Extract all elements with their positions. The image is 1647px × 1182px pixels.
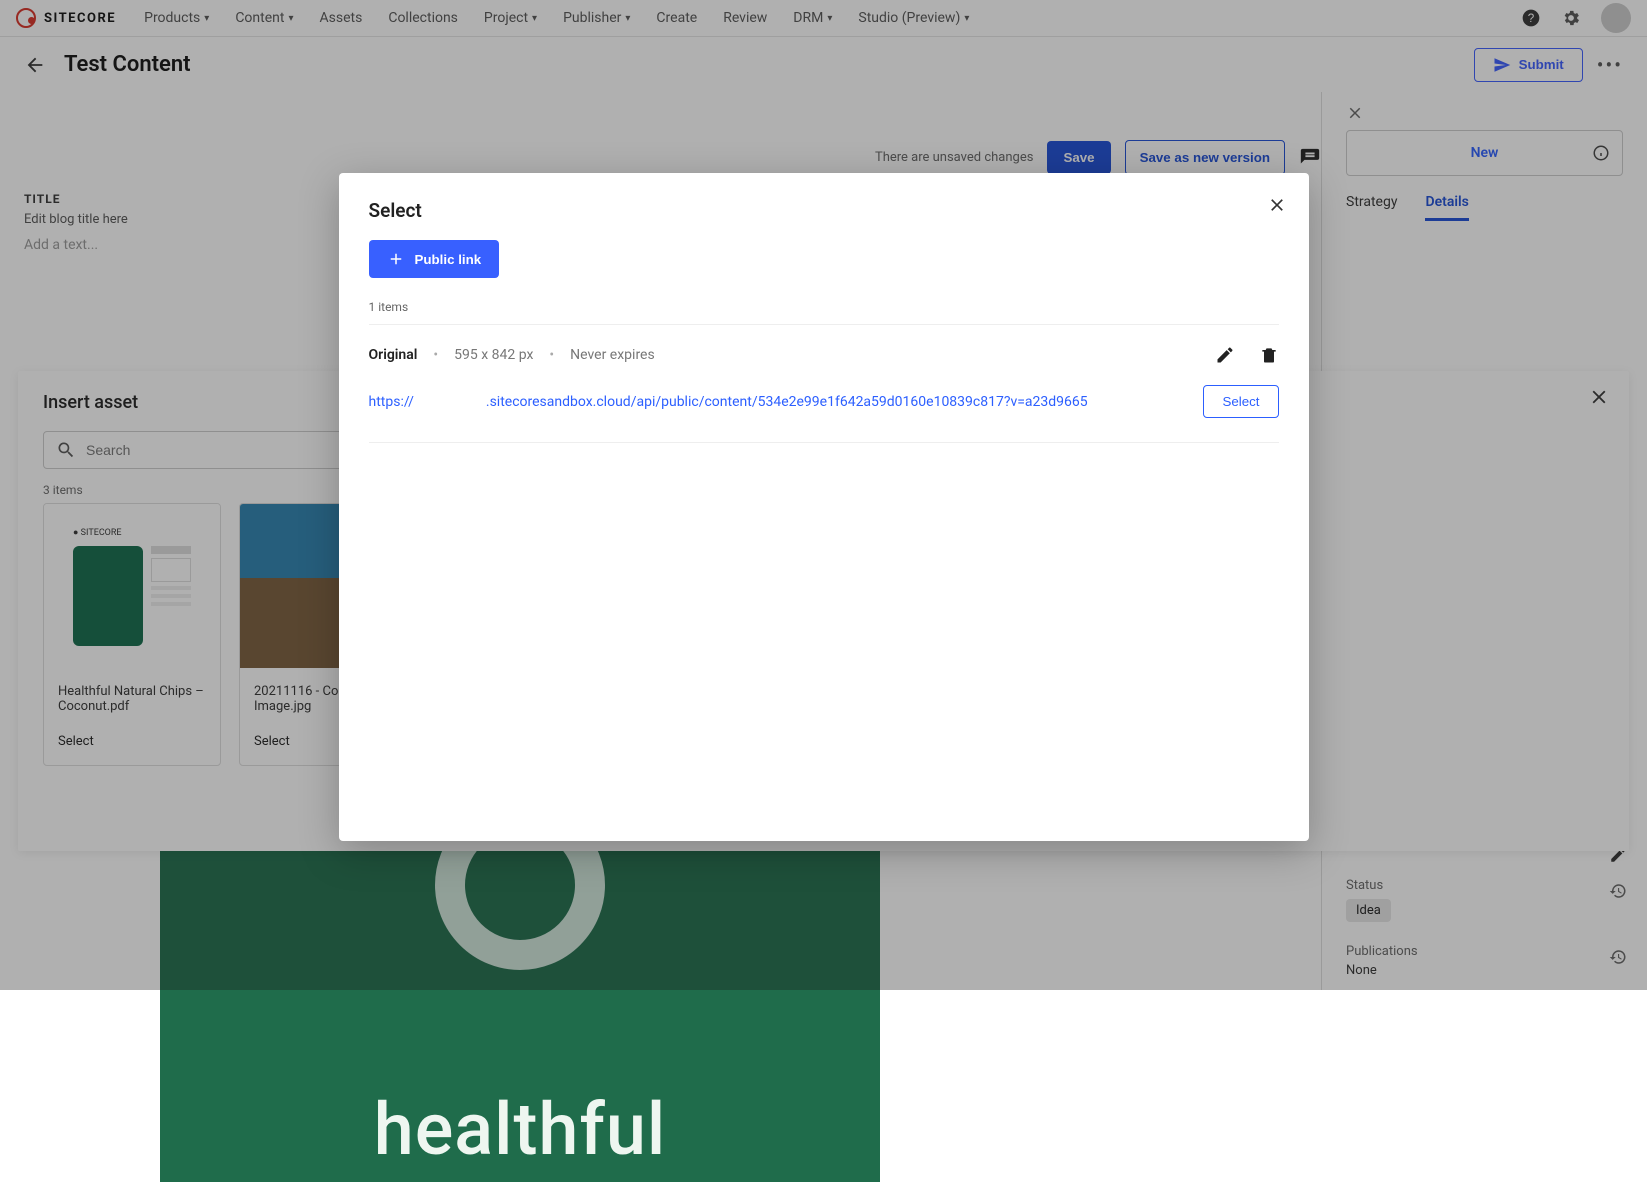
pencil-icon[interactable]	[1215, 345, 1235, 365]
select-public-link-modal: Select Public link 1 items Original • 59…	[339, 173, 1309, 841]
link-meta-row: Original • 595 x 842 px • Never expires	[369, 345, 1279, 365]
link-protocol[interactable]: https://	[369, 394, 414, 410]
trash-icon[interactable]	[1259, 345, 1279, 365]
public-link-button[interactable]: Public link	[369, 240, 500, 278]
link-dimensions: 595 x 842 px	[454, 347, 533, 363]
public-link-row: Original • 595 x 842 px • Never expires …	[369, 325, 1279, 443]
healthful-brand-text: healthful	[160, 1087, 880, 1172]
modal-close-icon[interactable]	[1267, 195, 1287, 215]
select-link-button[interactable]: Select	[1203, 385, 1278, 418]
modal-items-count: 1 items	[369, 300, 1279, 324]
link-url-row: https:// .sitecoresandbox.cloud/api/publ…	[369, 385, 1279, 418]
modal-title: Select	[369, 199, 1279, 222]
separator-dot: •	[549, 347, 554, 363]
link-url[interactable]: .sitecoresandbox.cloud/api/public/conten…	[486, 394, 1088, 410]
separator-dot: •	[433, 347, 438, 363]
plus-icon	[387, 250, 405, 268]
link-expires: Never expires	[570, 347, 655, 363]
link-label: Original	[369, 347, 418, 363]
